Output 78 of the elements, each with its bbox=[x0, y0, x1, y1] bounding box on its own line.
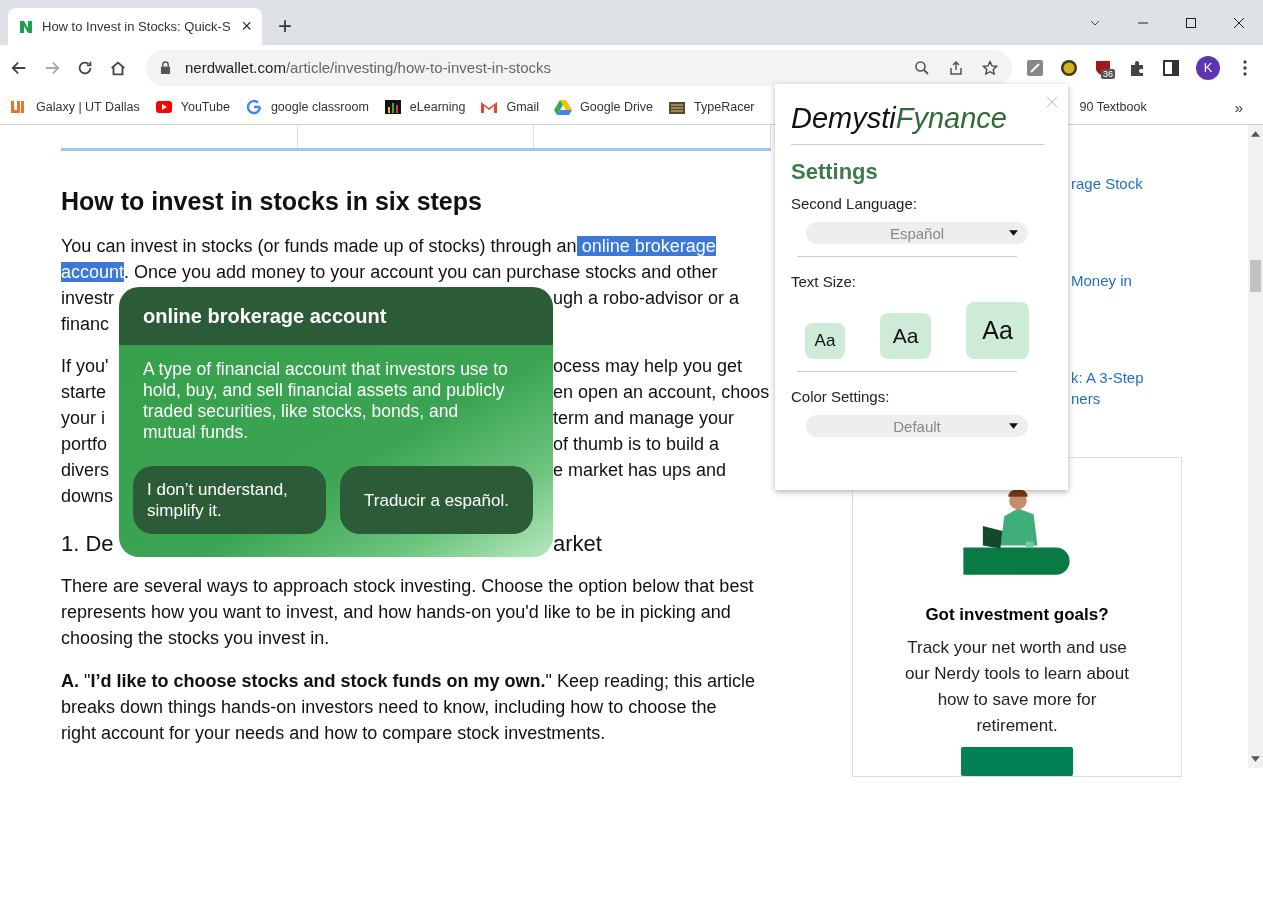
g-letter-icon bbox=[244, 99, 263, 115]
bookmark-link[interactable]: YouTube bbox=[154, 99, 230, 115]
search-icon[interactable] bbox=[914, 59, 930, 76]
heading-fragment: arket bbox=[553, 530, 602, 558]
bookmark-link[interactable]: TypeRacer bbox=[668, 99, 755, 115]
text-fragment: divers bbox=[61, 459, 109, 482]
extension-badge: 36 bbox=[1101, 68, 1115, 79]
address-bar[interactable]: nerdwallet.com/article/investing/how-to-invest-in-stocks bbox=[146, 49, 1012, 86]
text-fragment: If you' bbox=[61, 355, 109, 378]
text-size-button[interactable]: Aa bbox=[966, 302, 1029, 359]
keyboard-icon bbox=[668, 99, 687, 115]
tab-title: How to Invest in Stocks: Quick-S bbox=[42, 19, 232, 34]
text-fragment: of thumb is to build a bbox=[553, 433, 720, 456]
bookmark-link[interactable]: Galaxy | UT Dallas bbox=[10, 99, 140, 115]
mail-icon bbox=[480, 99, 499, 115]
more-bookmarks-button[interactable]: » bbox=[1228, 97, 1249, 117]
scrollbar[interactable] bbox=[1248, 125, 1263, 768]
setting-label: Text Size: bbox=[791, 273, 858, 290]
play-button-icon bbox=[154, 99, 173, 115]
lock-icon[interactable] bbox=[160, 61, 171, 74]
caret-icon bbox=[1009, 230, 1018, 236]
new-tab-button[interactable]: + bbox=[274, 12, 296, 40]
card-text: Track your net worth and use our Nerdy tools to learn about how to save more for retirement. bbox=[905, 636, 1129, 737]
extension-icon[interactable] bbox=[1026, 58, 1044, 77]
popup-button[interactable]: I don’t understand, simplify it. bbox=[133, 466, 326, 534]
url-text: nerdwallet.com/article/investing/how-to-invest-in-stocks bbox=[185, 59, 552, 76]
card-title: Got investment goals? bbox=[925, 604, 1109, 625]
side-panel-icon[interactable] bbox=[1162, 58, 1180, 77]
bookmark-link[interactable]: Google Drive bbox=[554, 99, 654, 115]
close-icon[interactable] bbox=[1233, 16, 1245, 29]
star-icon[interactable] bbox=[982, 59, 998, 76]
bar-chart-icon bbox=[383, 99, 402, 115]
article-link[interactable]: rage Stock bbox=[1071, 173, 1143, 194]
article-link[interactable]: ners bbox=[1071, 388, 1101, 409]
text-fragment: term and manage your bbox=[553, 407, 735, 430]
text-fragment: ocess may help you get bbox=[553, 355, 743, 378]
text-fragment: ugh a robo-advisor or a bbox=[553, 287, 740, 310]
popup-title: online brokerage account bbox=[143, 304, 387, 328]
popup-button[interactable]: Traducir a español. bbox=[340, 466, 533, 534]
bookmark-link[interactable]: google classroom bbox=[244, 99, 369, 115]
paragraph: A. "I’d like to choose stocks and stock funds on my own." Keep reading; this article breaks down things hands-on investors need to know, including how to choose the right account for your needs and how to compare stock investments. bbox=[61, 670, 756, 745]
article-link[interactable]: k: A 3-Step bbox=[1071, 367, 1144, 388]
caret-icon bbox=[1009, 423, 1018, 429]
coin-icon[interactable] bbox=[1060, 58, 1078, 77]
bookmark-link[interactable]: eLearning bbox=[383, 99, 466, 115]
article-link[interactable]: Money in bbox=[1071, 270, 1132, 291]
maximize-icon[interactable] bbox=[1185, 16, 1197, 29]
close-tab-button[interactable]: × bbox=[241, 16, 252, 37]
app-logo: DemystiFynance bbox=[791, 101, 1008, 136]
browser-tab[interactable]: How to Invest in Stocks: Quick-S × bbox=[8, 8, 262, 45]
site-logo-icon bbox=[18, 18, 34, 35]
profile-avatar[interactable]: K bbox=[1196, 55, 1220, 80]
cta-button[interactable] bbox=[961, 746, 1073, 776]
heading-fragment: 1. De bbox=[61, 530, 114, 558]
text-size-button[interactable]: Aa bbox=[880, 313, 931, 359]
text-fragment: e market has ups and bbox=[553, 459, 727, 482]
setting-label: Second Language: bbox=[791, 195, 918, 212]
setting-label: Color Settings: bbox=[791, 388, 891, 405]
bookmark-link[interactable]: Gmail bbox=[480, 99, 540, 115]
bookmark-link[interactable]: 90 Textbook bbox=[1079, 100, 1147, 114]
text-fragment: financ bbox=[61, 313, 110, 336]
text-fragment: portfo bbox=[61, 433, 108, 456]
settings-title: Settings bbox=[791, 159, 879, 185]
scrollbar-thumb[interactable] bbox=[1250, 260, 1261, 292]
text-fragment: starte bbox=[61, 381, 107, 404]
definition-text: A type of financial account that investors use to hold, buy, and sell financial assets and publicly traded securities, like stocks, bonds, and mutual funds. bbox=[143, 359, 508, 443]
paragraph: There are several ways to approach stock investing. Choose the option below that best represents how you want to invest, and how hands-on you'd like to be in picking and choosing the stocks you invest in. bbox=[61, 575, 755, 650]
scroll-down-icon[interactable] bbox=[1251, 756, 1260, 762]
text-size-button[interactable]: Aa bbox=[805, 323, 845, 359]
triangle-logo-icon bbox=[554, 99, 573, 115]
scroll-up-icon[interactable] bbox=[1251, 131, 1260, 137]
share-icon[interactable] bbox=[948, 59, 964, 76]
text-fragment: investr bbox=[61, 287, 114, 310]
text-fragment: your i bbox=[61, 407, 105, 430]
puzzle-icon[interactable] bbox=[1128, 58, 1146, 77]
section-heading: How to invest in stocks in six steps bbox=[61, 187, 483, 216]
text-fragment: en open an account, choos bbox=[553, 381, 770, 404]
text-fragment: downs bbox=[61, 485, 114, 508]
